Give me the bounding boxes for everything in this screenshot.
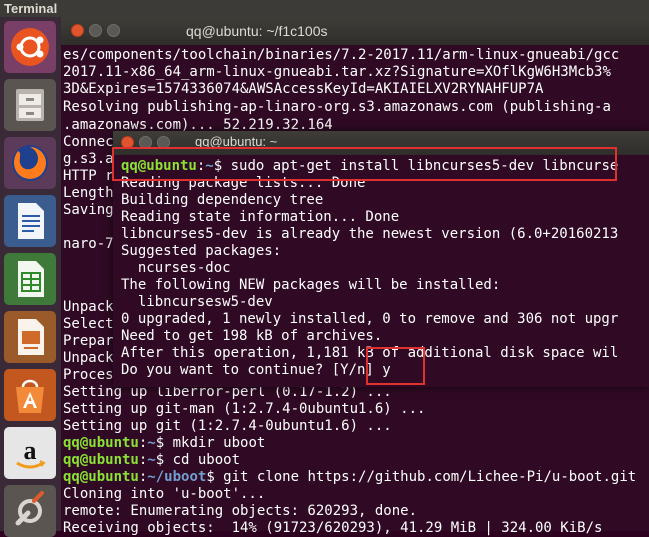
app-name: Terminal xyxy=(4,1,58,16)
highlight-command-box xyxy=(112,147,617,181)
terminal-line: The following NEW packages will be insta… xyxy=(121,277,501,293)
terminal-line: 3D&Expires=1574336074&AWSAccessKeyId=AKI… xyxy=(63,81,544,97)
top-menu-bar: Terminal xyxy=(0,0,649,17)
prompt-line: qq@ubuntu:~$ cd uboot xyxy=(63,452,241,468)
terminal-line: 0 upgraded, 1 newly installed, 0 to remo… xyxy=(121,311,619,327)
prompt-line: qq@ubuntu:~$ mkdir uboot xyxy=(63,435,266,451)
prompt-path: ~/uboot xyxy=(147,469,207,485)
window-title: qq@ubuntu: ~/f1c100s xyxy=(186,23,328,39)
terminal-line: Cloning into 'u-boot'... xyxy=(63,486,266,502)
terminal-line: Do you want to continue? [Y/n] y xyxy=(121,362,391,378)
prompt-path: ~ xyxy=(147,435,156,451)
terminal-line: Setting up git (1:2.7.4-0ubuntu1.6) ... xyxy=(63,418,392,434)
terminal-line: libncurses5-dev is already the newest ve… xyxy=(121,226,619,242)
prompt-user: qq@ubuntu xyxy=(63,435,139,451)
terminal-line: Reading state information... Done xyxy=(121,209,400,225)
firefox-icon[interactable] xyxy=(4,137,56,189)
minimize-icon[interactable] xyxy=(89,24,102,37)
calc-icon[interactable] xyxy=(4,253,56,305)
close-icon[interactable] xyxy=(71,24,84,37)
writer-icon[interactable] xyxy=(4,195,56,247)
terminal-line: Need to get 198 kB of archives. xyxy=(121,328,383,344)
software-center-icon[interactable] xyxy=(4,369,56,421)
terminal-line: Setting up git-man (1:2.7.4-0ubuntu1.6) … xyxy=(63,401,426,417)
prompt-command: $ mkdir uboot xyxy=(155,435,266,451)
prompt-user: qq@ubuntu xyxy=(63,452,139,468)
impress-icon[interactable] xyxy=(4,311,56,363)
terminal-line: libncursesw5-dev xyxy=(121,294,273,310)
terminal-line: es/components/toolchain/binaries/7.2-201… xyxy=(63,47,620,63)
files-icon[interactable] xyxy=(4,79,56,131)
launcher-sidebar: a xyxy=(0,17,62,537)
terminal-line: remote: Enumerating objects: 620293, don… xyxy=(63,503,418,519)
terminal-line: ncurses-doc xyxy=(121,260,231,276)
terminal-line: 2017.11-x86_64_arm-linux-gnueabi.tar.xz?… xyxy=(63,64,611,80)
prompt-path: ~ xyxy=(147,452,156,468)
prompt-command: $ cd uboot xyxy=(155,452,241,468)
terminal-line: Resolving publishing-ap-linaro-org.s3.am… xyxy=(63,99,611,115)
terminal-line: Saving xyxy=(63,202,114,218)
terminal-line: Receiving objects: 14% (91723/620293), 4… xyxy=(63,520,603,536)
prompt-user: qq@ubuntu xyxy=(63,469,139,485)
prompt-command: $ git clone https://github.com/Lichee-Pi… xyxy=(206,469,637,485)
settings-icon[interactable] xyxy=(4,485,56,537)
window-title-bar[interactable]: qq@ubuntu: ~/f1c100s xyxy=(61,17,649,45)
amazon-icon[interactable]: a xyxy=(4,427,56,479)
highlight-confirm-box xyxy=(366,347,425,385)
ubuntu-dash-icon[interactable] xyxy=(4,21,56,73)
maximize-icon[interactable] xyxy=(107,24,120,37)
terminal-line: Suggested packages: xyxy=(121,243,282,259)
svg-text:a: a xyxy=(24,436,37,465)
terminal-line: Building dependency tree xyxy=(121,192,324,208)
prompt-line: qq@ubuntu:~/uboot$ git clone https://git… xyxy=(63,469,637,485)
